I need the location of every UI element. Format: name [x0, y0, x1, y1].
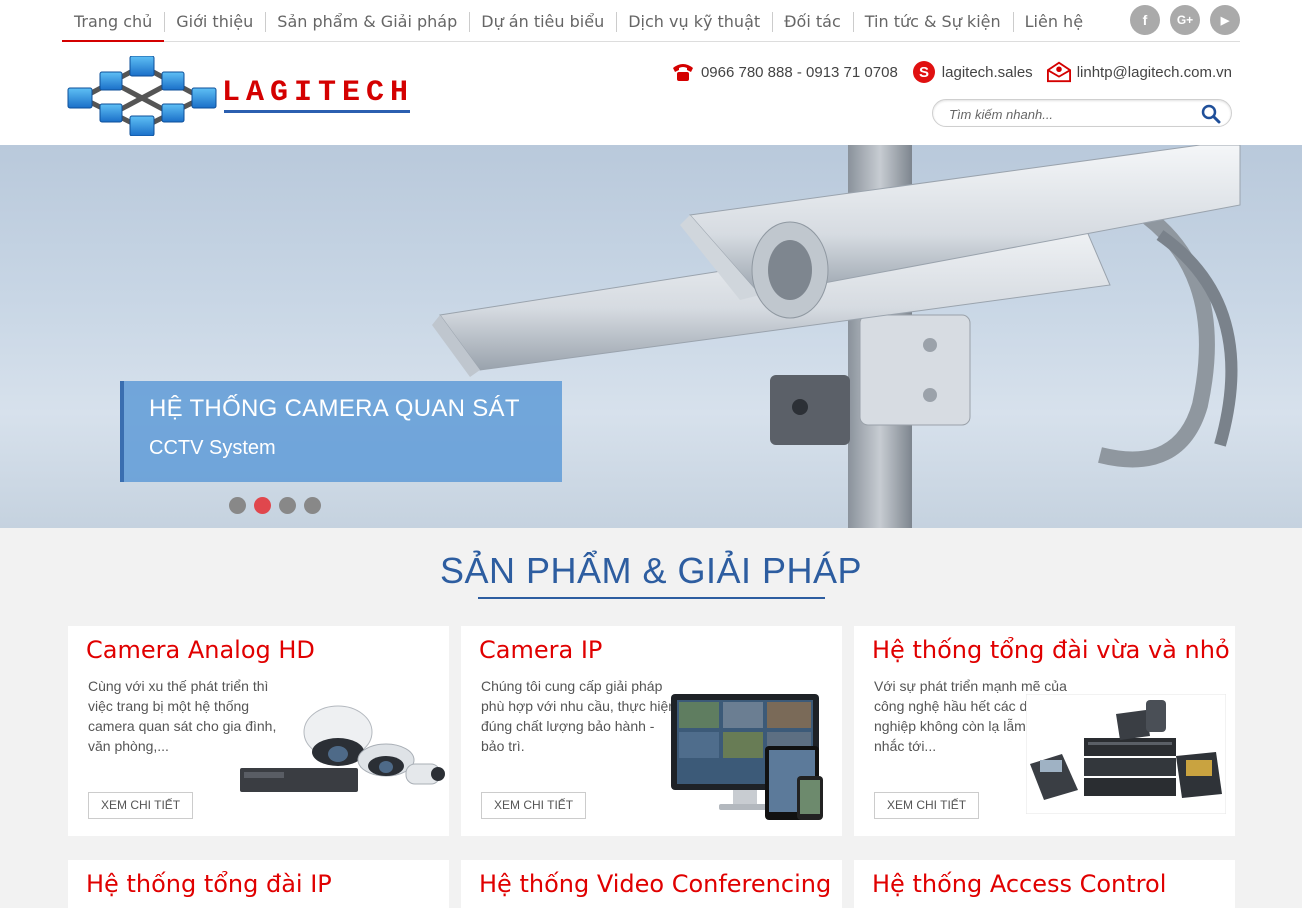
phone-icon — [671, 60, 695, 84]
slider-dots — [229, 497, 321, 514]
product-card-camera-ip: Camera IP Chúng tôi cung cấp giải pháp p… — [461, 626, 842, 836]
contact-info: 0966 780 888 - 0913 71 0708 S lagitech.s… — [671, 60, 1232, 84]
nav-item-projects[interactable]: Dự án tiêu biểu — [469, 0, 616, 42]
pbx-phones-image — [1026, 694, 1226, 814]
logo-cubes-icon — [67, 55, 217, 137]
hero-slider: HỆ THỐNG CAMERA QUAN SÁT CCTV System — [0, 145, 1302, 528]
logo-text: LAGITECH — [222, 76, 415, 110]
card-title[interactable]: Hệ thống tổng đài vừa và nhỏ — [872, 636, 1230, 664]
card-title[interactable]: Camera Analog HD — [86, 636, 315, 664]
email-text[interactable]: linhtp@lagitech.com.vn — [1077, 64, 1232, 81]
slider-dot-3[interactable] — [279, 497, 296, 514]
main-nav: Trang chủ Giới thiệu Sản phẩm & Giải phá… — [62, 0, 1240, 42]
phone-contact: 0966 780 888 - 0913 71 0708 — [671, 60, 898, 84]
google-plus-icon[interactable]: G+ — [1170, 5, 1200, 35]
section-title-underline — [478, 597, 825, 599]
email-contact: linhtp@lagitech.com.vn — [1046, 60, 1232, 84]
product-card-analog-hd: Camera Analog HD Cùng với xu thế phát tr… — [68, 626, 449, 836]
product-card-ip-pbx: Hệ thống tổng đài IP — [68, 860, 449, 908]
nav-item-contact[interactable]: Liên hệ — [1012, 0, 1095, 42]
mail-icon — [1046, 60, 1071, 84]
skype-text[interactable]: lagitech.sales — [942, 64, 1033, 81]
social-links: f G+ ▶ — [1130, 5, 1240, 35]
nav-item-about[interactable]: Giới thiệu — [164, 0, 265, 42]
product-card-access-control: Hệ thống Access Control — [854, 860, 1235, 908]
search-icon[interactable] — [1201, 104, 1221, 124]
analog-camera-image — [240, 705, 445, 792]
hero-subtitle: CCTV System — [149, 437, 276, 459]
facebook-icon[interactable]: f — [1130, 5, 1160, 35]
slider-dot-2[interactable] — [254, 497, 271, 514]
hero-caption: HỆ THỐNG CAMERA QUAN SÁT CCTV System — [120, 381, 562, 482]
nav-item-home[interactable]: Trang chủ — [62, 0, 165, 42]
logo[interactable]: LAGITECH — [64, 55, 415, 137]
nav-item-products[interactable]: Sản phẩm & Giải pháp — [265, 0, 469, 42]
nav-item-services[interactable]: Dịch vụ kỹ thuật — [616, 0, 772, 42]
section-title: SẢN PHẨM & GIẢI PHÁP — [439, 550, 863, 591]
card-description: Chúng tôi cung cấp giải pháp phù hợp với… — [481, 678, 677, 754]
card-title[interactable]: Hệ thống tổng đài IP — [86, 870, 332, 898]
slider-dot-1[interactable] — [229, 497, 246, 514]
logo-underline — [224, 110, 410, 113]
view-details-button[interactable]: XEM CHI TIẾT — [88, 792, 194, 819]
skype-contact: S lagitech.sales — [912, 60, 1033, 84]
view-details-button[interactable]: XEM CHI TIẾT — [481, 792, 587, 819]
nav-item-news[interactable]: Tin tức & Sự kiện — [852, 0, 1013, 42]
search-box — [932, 99, 1232, 127]
search-input[interactable] — [949, 105, 1189, 123]
nav-list: Trang chủ Giới thiệu Sản phẩm & Giải phá… — [62, 0, 1240, 42]
card-title[interactable]: Hệ thống Access Control — [872, 870, 1166, 898]
view-details-button[interactable]: XEM CHI TIẾT — [874, 792, 980, 819]
nav-item-partners[interactable]: Đối tác — [772, 0, 853, 42]
ip-camera-devices-image — [671, 694, 823, 820]
skype-icon: S — [912, 60, 936, 84]
youtube-icon[interactable]: ▶ — [1210, 5, 1240, 35]
product-card-video-conferencing: Hệ thống Video Conferencing — [461, 860, 842, 908]
card-title[interactable]: Camera IP — [479, 636, 602, 664]
svg-text:S: S — [919, 64, 929, 81]
phone-text[interactable]: 0966 780 888 - 0913 71 0708 — [701, 64, 898, 81]
header: Trang chủ Giới thiệu Sản phẩm & Giải phá… — [0, 0, 1302, 145]
card-title[interactable]: Hệ thống Video Conferencing — [479, 870, 831, 898]
hero-title: HỆ THỐNG CAMERA QUAN SÁT — [149, 395, 520, 422]
product-card-pbx-sme: Hệ thống tổng đài vừa và nhỏ Với sự phát… — [854, 626, 1235, 836]
slider-dot-4[interactable] — [304, 497, 321, 514]
